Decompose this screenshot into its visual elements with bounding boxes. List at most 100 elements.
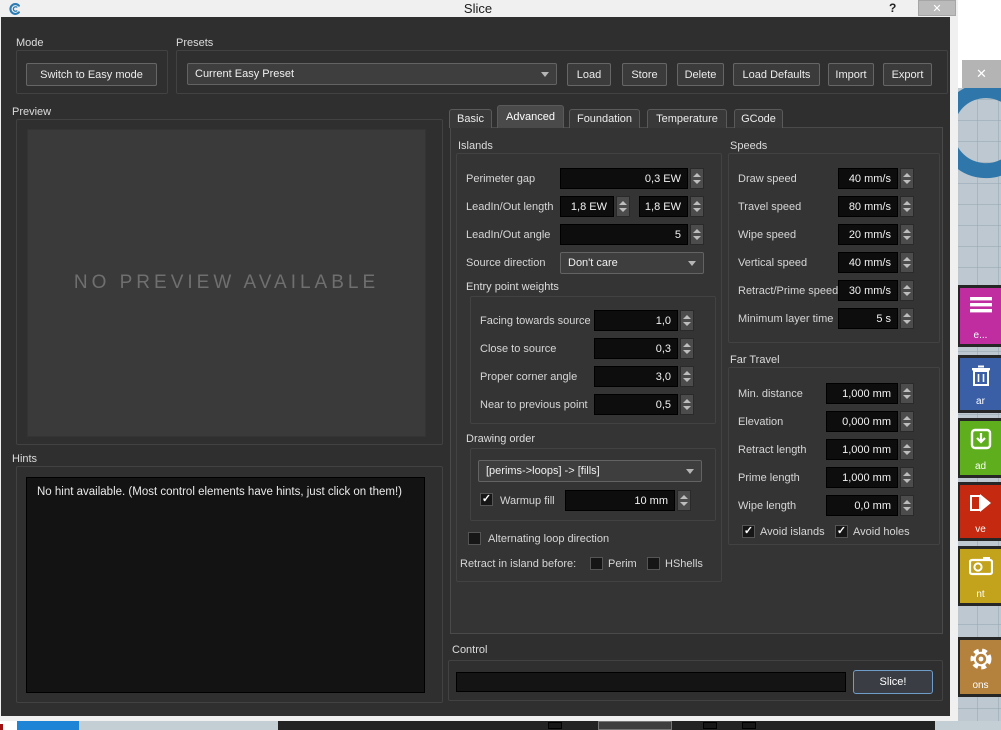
near-to-previous-point-label: Near to previous point [480,394,588,415]
minimum-layer-time-input[interactable]: 5 s [838,308,898,329]
drawing-order-label: Drawing order [466,433,535,445]
far-travel-group-label: Far Travel [730,354,780,366]
islands-group-label: Islands [458,140,493,152]
avoid-holes-checkbox[interactable]: ✓ [835,525,848,538]
wipe-length-input[interactable]: 0,0 mm [826,495,898,516]
minimum-layer-time-label: Minimum layer time [738,308,833,329]
bottom-bar-button[interactable] [598,721,672,730]
tab-advanced[interactable]: Advanced [497,105,564,128]
bg-toolbar-clear-button[interactable]: ar [957,355,1001,413]
near-to-previous-point-spinner[interactable] [680,394,694,415]
proper-corner-angle-label: Proper corner angle [480,366,577,387]
leadinout-length-input-2[interactable]: 1,8 EW [639,196,688,217]
leadinout-angle-label: LeadIn/Out angle [466,224,550,245]
min-distance-input[interactable]: 1,000 mm [826,383,898,404]
hints-group-label: Hints [12,453,37,465]
proper-corner-angle-spinner[interactable] [680,366,694,387]
retract-hshells-label: HShells [665,553,703,574]
source-direction-label: Source direction [466,252,546,273]
minimum-layer-time-spinner[interactable] [900,308,914,329]
close-to-source-input[interactable]: 0,3 [594,338,678,359]
travel-speed-spinner[interactable] [900,196,914,217]
tab-basic[interactable]: Basic [449,109,492,128]
leadinout-angle-spinner[interactable] [690,224,704,245]
wipe-speed-spinner[interactable] [900,224,914,245]
elevation-label: Elevation [738,411,783,432]
preview-area: NO PREVIEW AVAILABLE [27,129,426,437]
leadinout-angle-input[interactable]: 5 [560,224,688,245]
wipe-speed-input[interactable]: 20 mm/s [838,224,898,245]
switch-to-easy-mode-button[interactable]: Switch to Easy mode [26,63,157,86]
presets-group-label: Presets [176,37,213,49]
perimeter-gap-spinner[interactable] [690,168,704,189]
bg-toolbar-load-button[interactable]: ad [957,418,1001,478]
alternating-loop-direction-checkbox[interactable] [468,532,481,545]
vertical-speed-input[interactable]: 40 mm/s [838,252,898,273]
elevation-input[interactable]: 0,000 mm [826,411,898,432]
perimeter-gap-label: Perimeter gap [466,168,535,189]
tab-gcode[interactable]: GCode [734,109,783,128]
vertical-speed-spinner[interactable] [900,252,914,273]
camera-icon [969,556,993,576]
store-button[interactable]: Store [622,63,667,86]
tab-foundation[interactable]: Foundation [569,109,640,128]
bottom-bar-red-marker [0,724,3,730]
control-group-label: Control [452,644,487,656]
elevation-spinner[interactable] [900,411,914,432]
mode-group-label: Mode [16,37,44,49]
slice-button[interactable]: Slice! [853,670,933,694]
bottom-bar-checkbox[interactable] [548,722,562,729]
prime-length-spinner[interactable] [900,467,914,488]
bottom-bar-checkbox[interactable] [703,722,717,729]
retract-hshells-checkbox[interactable] [647,557,660,570]
delete-button[interactable]: Delete [677,63,724,86]
retract-length-spinner[interactable] [900,439,914,460]
avoid-islands-label: Avoid islands [760,521,825,542]
load-icon [970,428,992,450]
bg-toolbar-save-button[interactable]: ve [957,482,1001,541]
min-distance-spinner[interactable] [900,383,914,404]
load-button[interactable]: Load [567,63,611,86]
retract-prime-speed-input[interactable]: 30 mm/s [838,280,898,301]
facing-towards-source-input[interactable]: 1,0 [594,310,678,331]
retract-length-input[interactable]: 1,000 mm [826,439,898,460]
source-direction-select[interactable]: Don't care [560,252,704,274]
warmup-fill-checkbox[interactable]: ✓ [480,493,493,506]
warmup-fill-spinner[interactable] [677,490,691,511]
avoid-islands-checkbox[interactable]: ✓ [742,525,755,538]
load-defaults-button[interactable]: Load Defaults [733,63,820,86]
dialog-close-icon[interactable]: ✕ [918,0,956,16]
background-bottom-bar [0,721,1001,730]
leadinout-length-input-1[interactable]: 1,8 EW [560,196,614,217]
leadinout-length-spinner-2[interactable] [690,196,704,217]
wipe-length-spinner[interactable] [900,495,914,516]
retract-perim-checkbox[interactable] [590,557,603,570]
bottom-bar-progress [17,721,79,730]
preset-select[interactable]: Current Easy Preset [187,63,557,85]
prime-length-input[interactable]: 1,000 mm [826,467,898,488]
background-window-close-icon[interactable]: ✕ [962,60,1001,88]
import-button[interactable]: Import [828,63,874,86]
warmup-fill-input[interactable]: 10 mm [565,490,675,511]
perimeter-gap-input[interactable]: 0,3 EW [560,168,688,189]
draw-speed-spinner[interactable] [900,168,914,189]
retract-prime-speed-spinner[interactable] [900,280,914,301]
near-to-previous-point-input[interactable]: 0,5 [594,394,678,415]
wipe-length-label: Wipe length [738,495,796,516]
bg-toolbar-options-button[interactable]: ons [957,637,1001,697]
help-icon[interactable]: ? [889,1,896,15]
leadinout-length-spinner-1[interactable] [616,196,630,217]
export-button[interactable]: Export [883,63,932,86]
travel-speed-input[interactable]: 80 mm/s [838,196,898,217]
close-to-source-spinner[interactable] [680,338,694,359]
bg-toolbar-slice-button[interactable]: e... [957,285,1001,347]
facing-towards-source-spinner[interactable] [680,310,694,331]
vertical-speed-label: Vertical speed [738,252,807,273]
draw-speed-input[interactable]: 40 mm/s [838,168,898,189]
bottom-bar-checkbox[interactable] [742,722,756,729]
proper-corner-angle-input[interactable]: 3,0 [594,366,678,387]
drawing-order-select[interactable]: [perims->loops] -> [fills] [478,460,702,482]
bg-toolbar-print-button[interactable]: nt [957,546,1001,606]
min-distance-label: Min. distance [738,383,803,404]
tab-temperature[interactable]: Temperature [647,109,727,128]
